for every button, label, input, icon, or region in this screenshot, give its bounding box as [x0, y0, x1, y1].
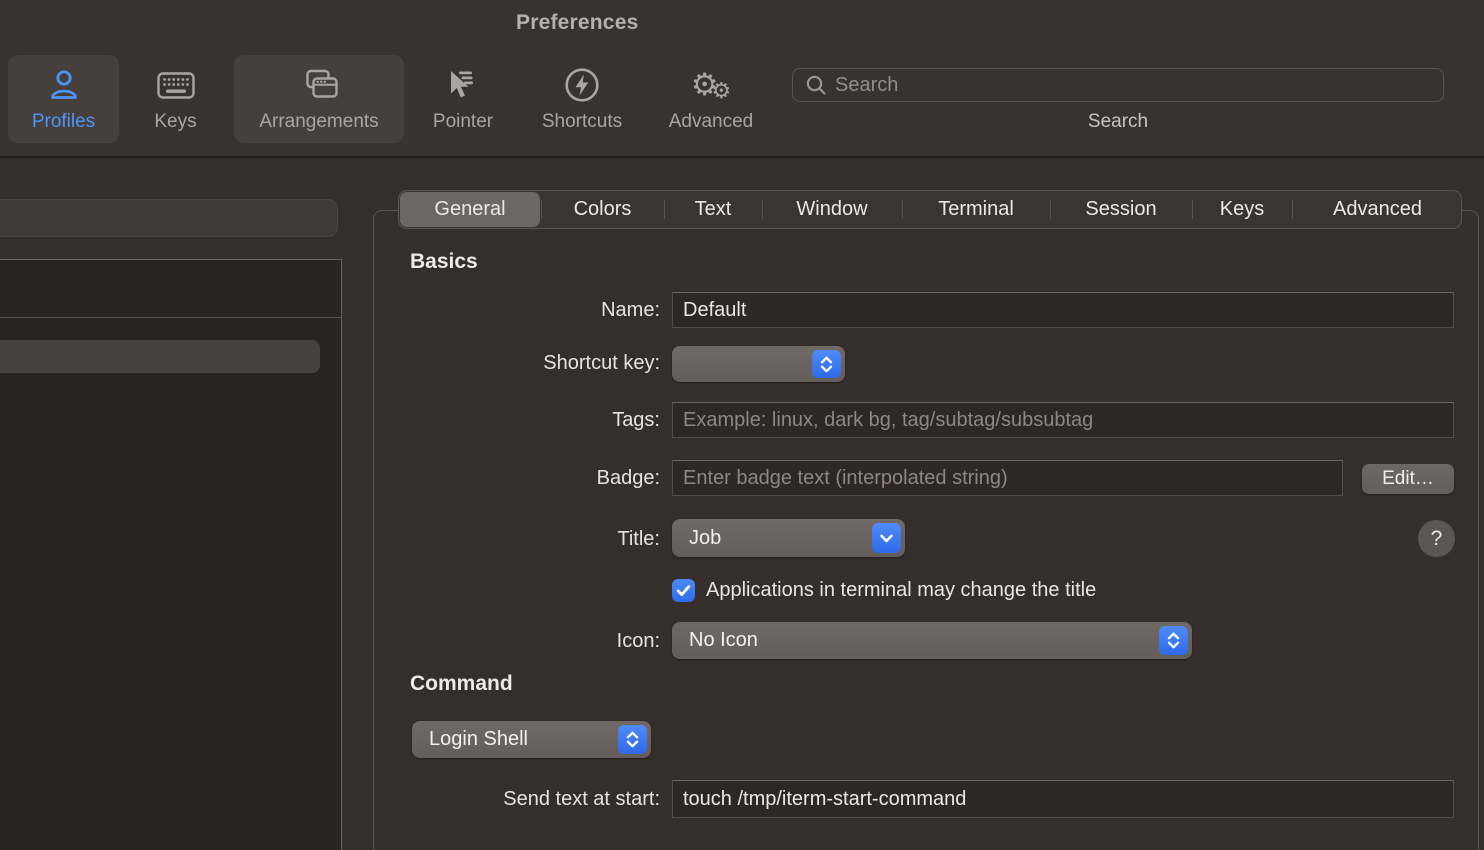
tab-advanced[interactable]: Advanced: [1292, 191, 1463, 228]
shortcut-key-popup[interactable]: [672, 346, 845, 382]
toolbar-item-label: Keys: [154, 111, 196, 133]
toolbar-separator: [0, 156, 1484, 158]
toolbar-item-label: Shortcuts: [542, 111, 622, 133]
toolbar-item-label: Arrangements: [259, 111, 378, 133]
toolbar-item-arrangements[interactable]: Arrangements: [234, 55, 404, 143]
send-text-input[interactable]: [672, 780, 1454, 818]
toolbar-item-shortcuts[interactable]: Shortcuts: [519, 55, 645, 143]
preferences-window: Preferences Profiles: [0, 0, 1484, 850]
title-change-checkbox[interactable]: [672, 579, 695, 602]
search-toolbar-label: Search: [792, 111, 1444, 133]
command-popup[interactable]: Login Shell: [412, 721, 651, 758]
profiles-list-header-divider: [0, 317, 341, 318]
toolbar-item-label: Advanced: [669, 111, 754, 133]
search-icon: [805, 74, 827, 96]
search-input[interactable]: [835, 74, 1443, 97]
toolbar-search-field[interactable]: [792, 68, 1444, 102]
icon-label: Icon:: [410, 630, 660, 653]
send-text-label: Send text at start:: [410, 788, 660, 811]
tab-general[interactable]: General: [400, 192, 540, 227]
toolbar-item-advanced[interactable]: ⚙⚙ Advanced: [650, 55, 772, 143]
badge-input[interactable]: [672, 460, 1343, 496]
updown-chevron-icon: [618, 725, 647, 754]
profiles-filter-field[interactable]: [0, 199, 338, 237]
tags-input[interactable]: [672, 402, 1454, 438]
title-popup[interactable]: Job: [672, 519, 905, 557]
toolbar-item-profiles[interactable]: Profiles: [8, 55, 119, 143]
lightning-circle-icon: [563, 60, 601, 110]
command-popup-value: Login Shell: [429, 728, 528, 751]
updown-chevron-icon: [1159, 626, 1188, 655]
name-input[interactable]: [672, 292, 1454, 328]
icon-popup[interactable]: No Icon: [672, 622, 1192, 659]
badge-label: Badge:: [410, 467, 660, 490]
checkmark-icon: [676, 584, 691, 597]
badge-edit-button[interactable]: Edit…: [1362, 464, 1454, 494]
icon-popup-value: No Icon: [689, 629, 758, 652]
tab-window[interactable]: Window: [762, 191, 902, 228]
toolbar-item-label: Pointer: [433, 111, 493, 133]
tab-session[interactable]: Session: [1050, 191, 1192, 228]
title-change-checkbox-label: Applications in terminal may change the …: [706, 579, 1096, 602]
cursor-icon: [444, 60, 482, 110]
toolbar-item-label: Profiles: [32, 111, 95, 133]
profiles-list[interactable]: [0, 259, 342, 850]
help-button[interactable]: ?: [1418, 520, 1455, 557]
title-label: Title:: [410, 528, 660, 551]
title-popup-value: Job: [689, 527, 721, 550]
person-icon: [47, 60, 81, 110]
toolbar: Preferences Profiles: [0, 0, 1484, 156]
keyboard-icon: [157, 60, 195, 110]
windows-icon: [297, 60, 341, 110]
window-title: Preferences: [516, 11, 638, 35]
tab-colors[interactable]: Colors: [541, 191, 664, 228]
tags-label: Tags:: [410, 409, 660, 432]
command-heading: Command: [410, 672, 513, 696]
toolbar-item-pointer[interactable]: Pointer: [413, 55, 513, 143]
basics-heading: Basics: [410, 250, 478, 274]
tab-text[interactable]: Text: [664, 191, 762, 228]
profile-tabs: General Colors Text Window Terminal Sess…: [398, 190, 1462, 229]
profiles-list-selected-row[interactable]: [0, 340, 320, 373]
name-label: Name:: [410, 299, 660, 322]
tab-keys[interactable]: Keys: [1192, 191, 1292, 228]
down-chevron-icon: [872, 523, 901, 553]
gears-icon: ⚙⚙: [691, 60, 732, 110]
shortcut-key-label: Shortcut key:: [410, 352, 660, 375]
toolbar-item-keys[interactable]: Keys: [132, 55, 219, 143]
tab-terminal[interactable]: Terminal: [902, 191, 1050, 228]
updown-chevron-icon: [812, 350, 841, 378]
